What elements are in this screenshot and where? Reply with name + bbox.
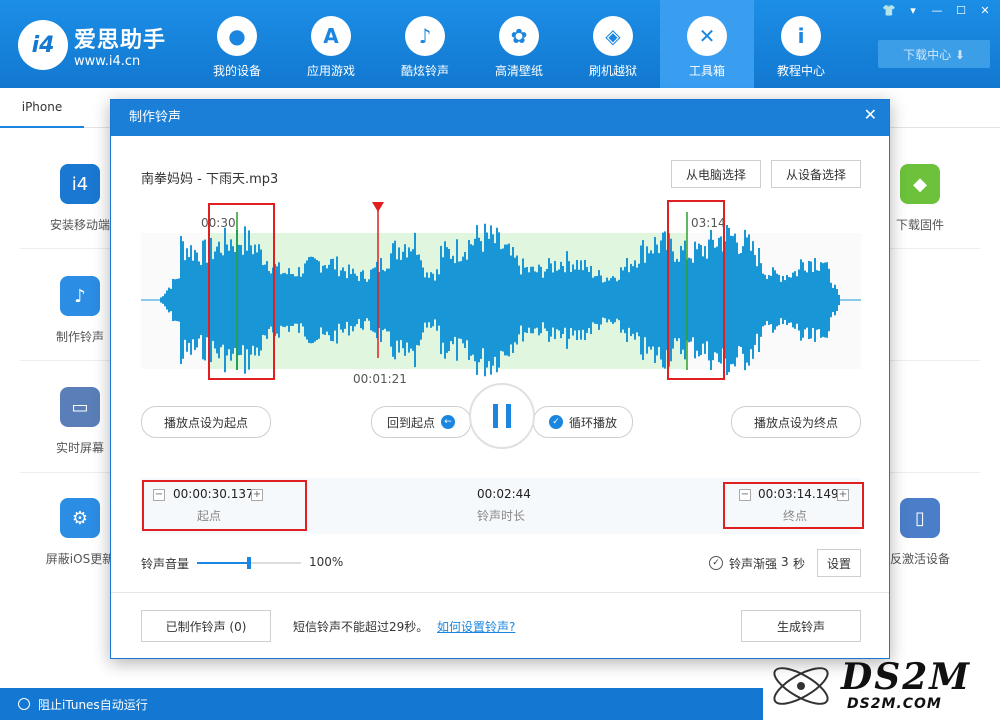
watermark: DS2M DS2M.COM xyxy=(763,652,1000,720)
nav-wallpapers[interactable]: ✿ 高清壁纸 xyxy=(472,0,566,88)
nav-apps[interactable]: A 应用游戏 xyxy=(284,0,378,88)
fade-check-icon[interactable]: ✓ xyxy=(709,556,723,570)
set-end-button[interactable]: 播放点设为终点 xyxy=(731,406,861,438)
start-highlight-box xyxy=(208,203,275,380)
radio-icon[interactable] xyxy=(18,698,30,710)
fade-unit: 秒 xyxy=(793,557,806,571)
fade-value: 3 xyxy=(781,555,789,569)
fade-label: 铃声渐强 xyxy=(729,557,778,571)
app-logo: i4 爱思助手 www.i4.cn xyxy=(18,20,166,70)
duration-label: 铃声时长 xyxy=(477,509,526,523)
pause-icon xyxy=(493,404,511,428)
tablet-icon: ▯ xyxy=(900,498,940,538)
volume-slider[interactable] xyxy=(197,557,301,569)
watermark-sub: DS2M.COM xyxy=(847,696,942,712)
end-highlight-box xyxy=(667,200,725,380)
flower-icon: ✿ xyxy=(499,16,539,56)
download-center-button[interactable]: 下载中心 ⬇ xyxy=(878,40,990,68)
duration-value: 00:02:44 xyxy=(477,487,531,501)
dialog-title: 制作铃声 xyxy=(111,100,889,136)
watermark-text: DS2M xyxy=(841,656,972,698)
minimize-icon[interactable]: — xyxy=(928,4,946,18)
end-time-highlight-box xyxy=(723,482,864,529)
app-url: www.i4.cn xyxy=(74,53,141,69)
info-icon: i xyxy=(781,16,821,56)
volume-slider-knob[interactable] xyxy=(247,557,251,569)
nav-my-device[interactable]: ● 我的设备 xyxy=(190,0,284,88)
main-nav: ● 我的设备 A 应用游戏 ♪ 酷炫铃声 ✿ 高清壁纸 ◈ 刷机越狱 ✕ 工具箱 i 教程中心 xyxy=(190,0,848,88)
app-store-icon: A xyxy=(311,16,351,56)
generate-ringtone-button[interactable]: 生成铃声 xyxy=(741,610,861,642)
choose-from-pc-button[interactable]: 从电脑选择 xyxy=(671,160,761,188)
i4-app-icon: i4 xyxy=(60,164,100,204)
fade-settings-button[interactable]: 设置 xyxy=(817,549,861,577)
bell-plus-icon: ♪ xyxy=(60,276,100,316)
back-to-start-button[interactable]: 回到起点 ← xyxy=(371,406,471,438)
choose-from-device-button[interactable]: 从设备选择 xyxy=(771,160,861,188)
loop-play-toggle[interactable]: ✓ 循环播放 xyxy=(533,406,633,438)
pause-button[interactable] xyxy=(469,383,535,449)
file-name: 南拳妈妈 - 下雨天.mp3 xyxy=(141,172,279,187)
arrow-left-icon: ← xyxy=(441,415,455,429)
sms-note: 短信铃声不能超过29秒。 xyxy=(293,620,429,634)
start-time-highlight-box xyxy=(142,480,307,531)
dialog-close-icon[interactable]: ✕ xyxy=(864,104,877,126)
make-ringtone-dialog: 制作铃声 ✕ 南拳妈妈 - 下雨天.mp3 从电脑选择 从设备选择 00:30 … xyxy=(110,99,890,659)
gear-icon: ⚙ xyxy=(60,498,100,538)
footer-divider xyxy=(111,592,889,593)
app-header: i4 爱思助手 www.i4.cn ● 我的设备 A 应用游戏 ♪ 酷炫铃声 ✿ 高清壁… xyxy=(0,0,1000,88)
nav-flash-jailbreak[interactable]: ◈ 刷机越狱 xyxy=(566,0,660,88)
nav-ringtones[interactable]: ♪ 酷炫铃声 xyxy=(378,0,472,88)
playhead-time: 00:01:21 xyxy=(353,372,407,386)
box-icon: ◈ xyxy=(593,16,633,56)
menu-icon[interactable]: ▾ xyxy=(904,4,922,18)
skin-icon[interactable]: 👕 xyxy=(880,4,898,18)
window-controls: 👕 ▾ — ☐ ✕ xyxy=(880,4,994,18)
logo-badge: i4 xyxy=(18,20,68,70)
close-icon[interactable]: ✕ xyxy=(976,4,994,18)
maximize-icon[interactable]: ☐ xyxy=(952,4,970,18)
howto-link[interactable]: 如何设置铃声? xyxy=(437,618,515,635)
atom-logo-icon xyxy=(773,667,829,705)
nav-toolbox[interactable]: ✕ 工具箱 xyxy=(660,0,754,88)
itunes-block-toggle[interactable]: 阻止iTunes自动运行 xyxy=(38,696,148,713)
bell-icon: ♪ xyxy=(405,16,445,56)
tab-iphone[interactable]: iPhone xyxy=(0,88,84,128)
volume-value: 100% xyxy=(309,555,344,569)
set-start-button[interactable]: 播放点设为起点 xyxy=(141,406,271,438)
check-icon: ✓ xyxy=(548,415,563,429)
nav-tutorials[interactable]: i 教程中心 xyxy=(754,0,848,88)
apple-icon: ● xyxy=(217,16,257,56)
app-title: 爱思助手 xyxy=(74,27,167,53)
cube-icon: ◆ xyxy=(900,164,940,204)
volume-slider-fill xyxy=(197,562,249,564)
made-ringtones-button[interactable]: 已制作铃声 (0) xyxy=(141,610,271,642)
tools-icon: ✕ xyxy=(687,16,727,56)
monitor-icon: ▭ xyxy=(60,387,100,427)
volume-label: 铃声音量 xyxy=(141,557,190,571)
